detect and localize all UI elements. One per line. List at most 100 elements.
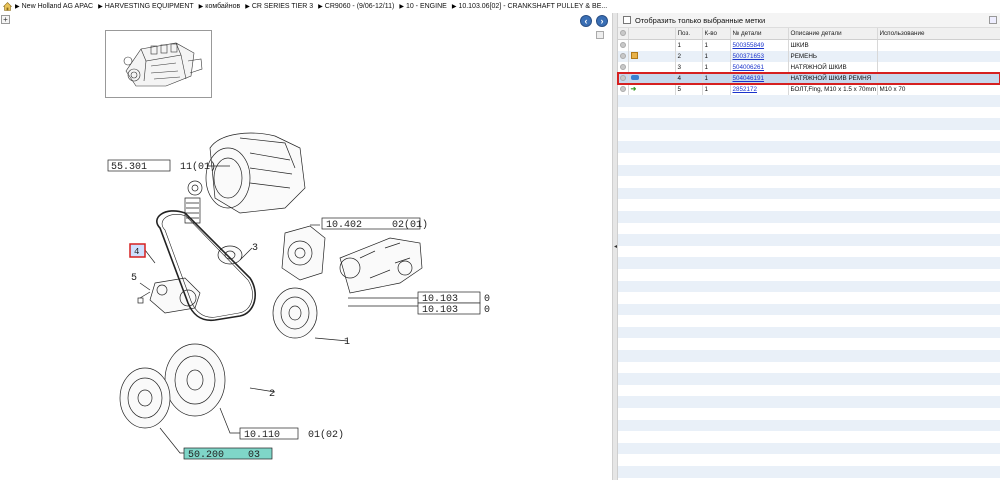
home-icon[interactable] [3, 2, 12, 11]
parts-table: Поз. К-во № детали Описание детали Испол… [617, 28, 1000, 95]
show-selected-only-label: Отобразить только выбранные метки [635, 15, 766, 25]
cell-qty: 1 [702, 51, 731, 62]
callout-10-103-b[interactable]: 10.103 [422, 305, 458, 316]
label-part-3[interactable]: 3 [252, 243, 258, 254]
part-number-link[interactable]: 504046191 [733, 75, 765, 82]
empty-row [618, 326, 1000, 339]
breadcrumb-arrow-icon: ▶ [198, 4, 204, 10]
cell-pos: 2 [675, 51, 703, 62]
filter-bar: Отобразить только выбранные метки [618, 13, 1000, 28]
row-select-icon[interactable] [620, 74, 626, 81]
alternator-drawing [184, 132, 306, 224]
breadcrumb-item[interactable]: ▶ HARVESTING EQUIPMENT [98, 3, 194, 10]
breadcrumb-item[interactable]: ▶ New Holland AG APAC [15, 3, 93, 10]
crankshaft-pulley-drawing [272, 287, 318, 339]
breadcrumb-item[interactable]: ▶ 10 - ENGINE [399, 3, 446, 10]
row-select-icon[interactable] [620, 63, 626, 70]
select-all-icon[interactable] [620, 29, 626, 36]
header-pos[interactable]: Поз. [675, 28, 703, 40]
diagram-panel: + ‹ › 55.301 11(01) 10.402 02(01) 10.103… [0, 13, 612, 480]
empty-row [618, 396, 1000, 409]
empty-row [618, 129, 1000, 142]
cell-qty: 1 [702, 84, 731, 95]
header-description[interactable]: Описание детали [788, 28, 878, 40]
part-number-link[interactable]: 2852172 [733, 86, 758, 93]
header-icon [628, 28, 676, 40]
label-part-4[interactable]: 4 [134, 247, 139, 257]
callout-55-301[interactable]: 55.301 [111, 162, 147, 173]
water-pump-drawing [281, 225, 326, 281]
breadcrumb: ▶ New Holland AG APAC ▶ HARVESTING EQUIPME… [0, 0, 1000, 13]
callout-10-110[interactable]: 10.110 [244, 430, 280, 441]
part-number-link[interactable]: 500355849 [733, 42, 765, 49]
cell-description: РЕМЕНЬ [788, 51, 878, 62]
engine-thumbnail[interactable] [105, 30, 212, 98]
engine-thumbnail-drawing [123, 42, 203, 87]
empty-row [618, 292, 1000, 304]
lower-pulley-drawing [119, 367, 171, 429]
redirect-arrow-icon: ➜ [630, 86, 637, 93]
empty-row [618, 384, 1000, 397]
cell-pos: 5 [675, 84, 703, 95]
callout-50-200[interactable]: 50.200 [188, 450, 224, 461]
table-row[interactable]: 1 1 500355849 ШКИВ [618, 39, 1000, 51]
table-row[interactable]: 3 1 504006261 НАТЯЖНОЙ ШКИВ [618, 62, 1000, 73]
empty-row [618, 118, 1000, 130]
empty-row [618, 361, 1000, 374]
empty-row [618, 350, 1000, 362]
panel-menu-icon[interactable] [989, 16, 997, 24]
breadcrumb-item-current[interactable]: ▶ 10.103.06[02] - CRANKSHAFT PULLEY & BE.… [452, 3, 607, 10]
parts-list-panel: Отобразить только выбранные метки Поз. К… [617, 13, 1000, 489]
belt-tensioner-drawing [149, 277, 201, 314]
cell-description: ШКИВ [788, 39, 878, 51]
table-row[interactable]: ➜ 5 1 2852172 БОЛТ,Flng, M10 x 1.5 x 70m… [618, 84, 1000, 95]
next-page-button[interactable]: › [596, 15, 608, 27]
cell-qty: 1 [702, 62, 731, 73]
empty-row [618, 187, 1000, 200]
empty-row [618, 477, 1000, 489]
collapse-arrow-icon[interactable]: ◂ [614, 243, 617, 251]
empty-row [618, 245, 1000, 258]
breadcrumb-item[interactable]: ▶ CR9060 - (9/06-12/11) [318, 3, 394, 10]
callout-55-301-suffix: 11(01) [180, 161, 216, 173]
cell-usage: M10 x 70 [877, 84, 1000, 95]
table-row[interactable]: 2 1 500371653 РЕМЕНЬ [618, 51, 1000, 62]
empty-row [618, 234, 1000, 246]
previous-page-button[interactable]: ‹ [580, 15, 592, 27]
breadcrumb-arrow-icon: ▶ [15, 4, 20, 10]
empty-row [618, 106, 1000, 119]
empty-row [618, 210, 1000, 223]
damper-drawing [164, 343, 226, 417]
label-part-2[interactable]: 2 [269, 389, 275, 400]
cell-description: БОЛТ,Flng, M10 x 1.5 x 70mm [788, 84, 878, 95]
part-number-link[interactable]: 500371653 [733, 53, 765, 60]
cell-description: НАТЯЖНОЙ ШКИВ РЕМНЯ [788, 73, 878, 84]
show-selected-only-checkbox[interactable] [623, 16, 631, 24]
cell-qty: 1 [702, 73, 731, 84]
empty-row [618, 419, 1000, 432]
empty-row [618, 152, 1000, 165]
cell-description: НАТЯЖНОЙ ШКИВ [788, 62, 878, 73]
empty-row [618, 466, 1000, 478]
table-row-selected[interactable]: 4 1 504046191 НАТЯЖНОЙ ШКИВ РЕМНЯ [617, 72, 1000, 85]
label-part-1[interactable]: 1 [344, 337, 350, 348]
header-part-no[interactable]: № детали [730, 28, 789, 40]
header-select[interactable] [618, 28, 629, 40]
breadcrumb-arrow-icon: ▶ [451, 4, 457, 10]
row-select-icon[interactable] [620, 52, 626, 59]
row-select-icon[interactable] [620, 85, 626, 92]
callout-10-402[interactable]: 10.402 [326, 220, 362, 231]
header-qty[interactable]: К-во [702, 28, 731, 40]
breadcrumb-item[interactable]: ▶ CR SERIES TIER 3 [245, 3, 313, 10]
zoom-in-button[interactable]: + [1, 15, 10, 24]
header-usage[interactable]: Использование [877, 28, 1000, 40]
empty-row [618, 408, 1000, 420]
empty-row [618, 338, 1000, 351]
breadcrumb-item[interactable]: ▶ комбайнов [199, 3, 241, 10]
label-part-5[interactable]: 5 [131, 273, 137, 284]
row-select-icon[interactable] [620, 41, 626, 48]
panel-options-icon[interactable] [596, 31, 604, 39]
part-number-link[interactable]: 504006261 [733, 64, 765, 71]
cell-usage [877, 73, 1000, 84]
empty-row [618, 141, 1000, 153]
